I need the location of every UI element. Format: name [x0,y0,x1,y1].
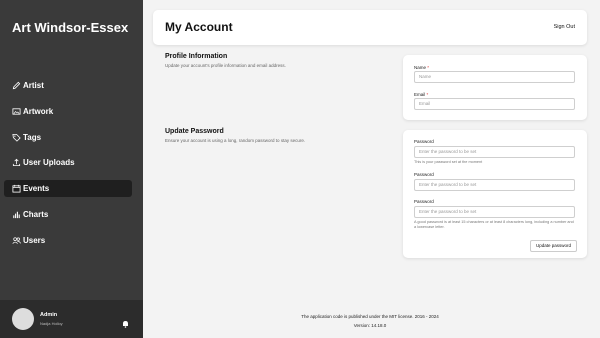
sidebar-item-label: Users [23,235,46,245]
sidebar-item-events[interactable]: Events [4,180,132,198]
new-password-label: Password [414,172,434,177]
tag-icon [12,133,21,142]
update-password-button[interactable]: Update password [529,240,577,252]
sidebar-item-label: Artwork [23,106,54,116]
avatar [12,308,34,330]
calendar-icon [12,184,21,193]
sidebar-item-artwork[interactable]: Artwork [4,103,132,120]
pencil-icon [12,81,21,90]
email-input[interactable]: Email [414,98,575,110]
page-title: My Account [165,20,233,34]
sidebar-item-label: Charts [23,209,49,219]
current-password-label: Password [414,139,434,144]
upload-icon [12,158,21,167]
image-icon [12,107,21,116]
confirm-password-label: Password [414,199,434,204]
current-password-input[interactable]: Enter the password to be set [414,146,575,158]
sidebar-nav: Artist Artwork Tags User Uploads Events [4,77,132,258]
password-card: Password Enter the password to be set Th… [403,130,587,258]
sign-out-link[interactable]: Sign Out [554,24,575,30]
app-title: Art Windsor-Essex [12,20,129,35]
email-label: Email * [414,92,429,97]
user-name: Admin [40,312,58,318]
new-password-input[interactable]: Enter the password to be set [414,179,575,191]
sidebar-item-label: Tags [23,132,42,142]
sidebar-item-charts[interactable]: Charts [4,206,132,223]
password-section-description: Ensure your account is using a long, ran… [165,138,306,143]
password-section-title: Update Password [165,128,224,135]
sidebar-item-label: Artist [23,81,44,90]
profile-section-title: Profile Information [165,53,228,60]
bell-icon[interactable] [122,315,129,328]
version-text: Version: 14.18.0 [353,323,387,328]
sidebar-item-label: User Uploads [23,158,75,168]
current-password-help: This is your password set at the moment [414,160,483,164]
license-text: The application code is published under … [301,314,439,319]
sidebar-item-users[interactable]: Users [4,232,132,249]
sidebar-item-user-uploads[interactable]: User Uploads [4,154,132,171]
confirm-password-input[interactable]: Enter the password to be set [414,206,575,218]
profile-section-description: Update your account's profile informatio… [165,63,286,68]
sidebar-item-artist[interactable]: Artist [4,77,132,94]
bar-chart-icon [12,210,21,219]
confirm-password-help: A good password is at least 15 character… [414,220,574,229]
users-icon [12,236,21,245]
sidebar: Art Windsor-Essex Artist Artwork Tags Us… [0,0,143,338]
name-label: Name * [414,65,430,70]
sidebar-item-tags[interactable]: Tags [4,129,132,146]
profile-card: Name * Name Email * Email [403,55,587,120]
name-input[interactable]: Name [414,71,575,83]
user-subtitle: Nadja Holloy [40,321,63,326]
top-bar: My Account Sign Out [153,10,587,45]
sidebar-item-label: Events [23,184,50,194]
